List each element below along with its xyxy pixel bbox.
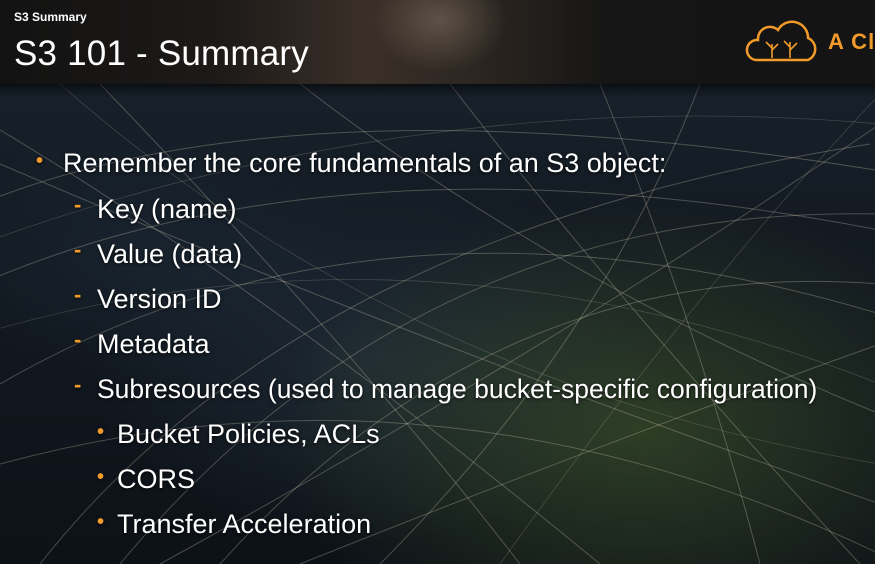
list-item-text: Value (data) bbox=[97, 239, 243, 269]
list-item: - Subresources (used to manage bucket-sp… bbox=[74, 372, 818, 405]
dash-icon: - bbox=[74, 192, 82, 217]
slide: S3 Summary S3 101 - Summary A Cl • Remem… bbox=[0, 0, 875, 564]
bullet-dot-icon: • bbox=[97, 466, 105, 488]
sub-list-item-text: Bucket Policies, ACLs bbox=[117, 419, 380, 449]
sub-list-item: • Bucket Policies, ACLs bbox=[97, 419, 380, 450]
list-item-text: Version ID bbox=[97, 284, 222, 314]
bullet-text: Remember the core fundamentals of an S3 … bbox=[63, 148, 667, 178]
dash-icon: - bbox=[74, 327, 82, 352]
list-item: - Metadata bbox=[74, 327, 210, 360]
dash-icon: - bbox=[74, 372, 82, 397]
dash-icon: - bbox=[74, 237, 82, 262]
list-item: - Version ID bbox=[74, 282, 222, 315]
sub-list-item: • Transfer Acceleration bbox=[97, 509, 372, 540]
sub-list-item-text: CORS bbox=[117, 464, 196, 494]
list-item-text: Subresources (used to manage bucket-spec… bbox=[97, 374, 818, 404]
list-item-text: Metadata bbox=[97, 329, 210, 359]
bullet-dot-icon: • bbox=[97, 421, 105, 443]
list-item-text: Key (name) bbox=[97, 194, 237, 224]
list-item: - Value (data) bbox=[74, 237, 243, 270]
bullet-dot-icon: • bbox=[97, 511, 105, 533]
sub-list-item-text: Transfer Acceleration bbox=[117, 509, 372, 539]
sub-list-item: • CORS bbox=[97, 464, 196, 495]
bullet-list: • Remember the core fundamentals of an S… bbox=[0, 0, 875, 564]
bullet-dot-icon: • bbox=[36, 150, 44, 172]
bullet-main: • Remember the core fundamentals of an S… bbox=[36, 148, 667, 179]
dash-icon: - bbox=[74, 282, 82, 307]
list-item: - Key (name) bbox=[74, 192, 237, 225]
